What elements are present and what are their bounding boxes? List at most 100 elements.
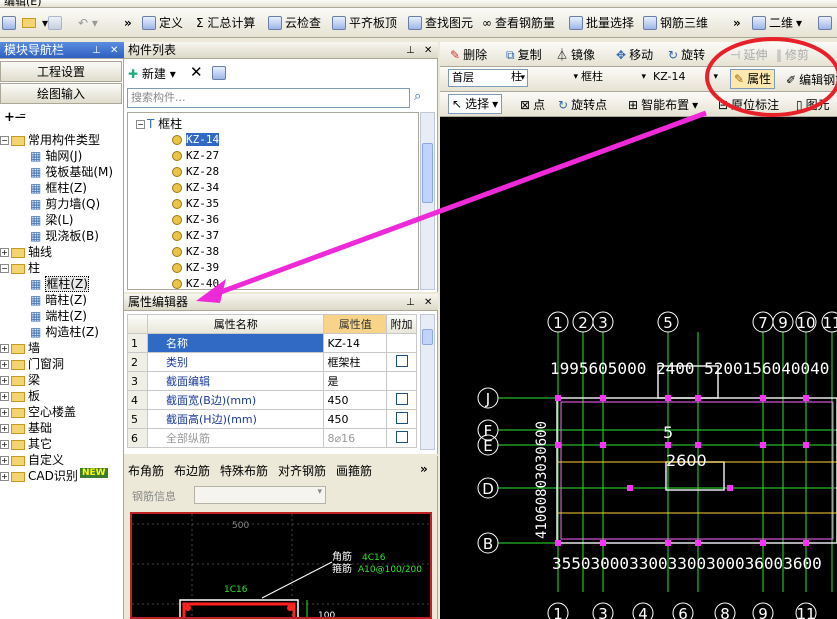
expand-toggle-icon[interactable]: + xyxy=(0,424,9,433)
component-list-item[interactable]: KZ-14 xyxy=(172,131,220,147)
nav-tree-item[interactable]: + 板 xyxy=(0,388,40,404)
property-value[interactable]: 8⌀16 xyxy=(323,428,387,448)
expand-toggle-icon[interactable]: + xyxy=(0,472,9,481)
close-icon[interactable]: ✕ xyxy=(424,42,432,59)
rebar3d-button[interactable]: 钢筋三维 xyxy=(643,12,708,34)
toolbar-more-button-2[interactable]: » xyxy=(733,12,741,34)
expand-toggle-icon[interactable]: + xyxy=(0,456,9,465)
component-list-item[interactable]: KZ-37 xyxy=(172,227,219,243)
rebar-tab[interactable]: 布角筋 xyxy=(128,462,164,479)
copy-component-icon[interactable] xyxy=(212,66,226,83)
nav-tree-item[interactable]: + 自定义 xyxy=(0,452,64,468)
column-marker[interactable] xyxy=(803,540,809,546)
column-marker[interactable] xyxy=(760,540,766,546)
nav-tree-item[interactable]: ▦ 梁(L) xyxy=(30,212,73,228)
search-component-input[interactable]: 搜索构件... xyxy=(127,88,410,108)
expand-toggle-icon[interactable]: + xyxy=(0,344,9,353)
component-list-item[interactable]: KZ-36 xyxy=(172,211,219,227)
expand-toggle-icon[interactable]: + xyxy=(0,408,9,417)
column-marker[interactable] xyxy=(665,395,671,401)
column-marker[interactable] xyxy=(760,395,766,401)
edit-rebar-button[interactable]: ✐编辑钢筋 xyxy=(786,69,837,91)
rebar-tab[interactable]: 布边筋 xyxy=(174,462,210,479)
origin-label-button[interactable]: ⊟ 原位标注 xyxy=(718,94,779,116)
move-button[interactable]: ✥ 移动 xyxy=(616,44,653,66)
sum-calc-button[interactable]: Σ 汇总计算 xyxy=(196,12,255,34)
trim-button[interactable]: ‖ 修剪 xyxy=(776,44,809,66)
rotate-point-button[interactable]: ↻ 旋转点 xyxy=(558,94,607,116)
rebar-tabs-more[interactable]: » xyxy=(420,462,428,476)
property-row[interactable]: 4 截面宽(B边)(mm) 450 xyxy=(127,390,417,410)
delete-button[interactable]: ✎ 删除 xyxy=(450,44,487,66)
property-row[interactable]: 5 截面高(H边)(mm) 450 xyxy=(127,409,417,429)
save-button[interactable] xyxy=(48,12,62,34)
property-value[interactable]: KZ-14 xyxy=(323,333,387,353)
column-marker[interactable] xyxy=(665,442,671,448)
expand-toggle-icon[interactable]: + xyxy=(0,248,9,257)
close-icon[interactable]: ✕ xyxy=(110,42,118,59)
element-button[interactable]: ▯ 图元 xyxy=(796,94,830,116)
expand-toggle-icon[interactable]: − xyxy=(0,264,9,273)
nav-tree-item[interactable]: + 轴线 xyxy=(0,244,52,260)
column-marker[interactable] xyxy=(600,442,606,448)
attach-checkbox[interactable] xyxy=(395,430,408,443)
component-list-item[interactable]: KZ-27 xyxy=(172,147,219,163)
nav-tree-item[interactable]: + 基础 xyxy=(0,420,52,436)
nav-tree-item[interactable]: ▦ 框柱(Z) xyxy=(30,276,89,292)
column-marker[interactable] xyxy=(600,395,606,401)
component-list-item[interactable]: KZ-35 xyxy=(172,195,219,211)
component-list-item[interactable]: KZ-34 xyxy=(172,179,219,195)
toolbar-more-button[interactable]: » xyxy=(124,12,132,34)
rebar-tab[interactable]: 特殊布筋 xyxy=(220,462,268,479)
nav-tree-item[interactable]: ▦ 轴网(J) xyxy=(30,148,82,164)
column-marker[interactable] xyxy=(695,540,701,546)
component-list-scrollbar[interactable] xyxy=(420,112,435,290)
column-marker[interactable] xyxy=(803,395,809,401)
property-row[interactable]: 2 类别 框架柱 xyxy=(127,352,417,372)
column-marker[interactable] xyxy=(727,485,733,491)
view-3d-icon[interactable] xyxy=(818,12,832,34)
batch-select-button[interactable]: 批量选择 xyxy=(569,12,634,34)
column-marker[interactable] xyxy=(665,540,671,546)
close-icon[interactable]: ✕ xyxy=(424,294,432,311)
subtype-dropdown[interactable]: 框柱 xyxy=(578,69,648,87)
smart-layout-button[interactable]: ⊞ 智能布置 ▾ xyxy=(628,94,698,116)
open-folder-button[interactable]: ▾ xyxy=(22,12,48,34)
nav-tree-item[interactable]: + 墙 xyxy=(0,340,40,356)
component-list-item[interactable]: KZ-28 xyxy=(172,163,219,179)
draw-input-button[interactable]: 绘图输入 xyxy=(0,83,122,104)
rotate-button[interactable]: ↻ 旋转 xyxy=(668,44,705,66)
nav-tree-item[interactable]: + CAD识别 xyxy=(0,468,78,484)
component-list-item[interactable]: KZ-40 xyxy=(172,275,219,289)
flat-top-button[interactable]: 平齐板顶 xyxy=(332,12,397,34)
rebar-tab[interactable]: 对齐钢筋 xyxy=(278,462,326,479)
property-row[interactable]: 6 全部纵筋 8⌀16 xyxy=(127,428,417,448)
nav-tree-item[interactable]: ▦ 端柱(Z) xyxy=(30,308,87,324)
column-marker[interactable] xyxy=(695,395,701,401)
column-marker[interactable] xyxy=(695,442,701,448)
nav-tree-item[interactable]: ▦ 构造柱(Z) xyxy=(30,324,99,340)
column-marker[interactable] xyxy=(803,442,809,448)
pin-icon[interactable]: ⊥ xyxy=(406,42,415,59)
type-dropdown[interactable]: 柱 xyxy=(508,69,580,87)
view-rebar-button[interactable]: ∞ 查看钢筋量 xyxy=(482,12,555,34)
nav-tree-item[interactable]: + 空心楼盖 xyxy=(0,404,76,420)
view-2d-dropdown[interactable]: 二维 ▾ xyxy=(752,12,802,34)
nav-tree-item[interactable]: + 梁 xyxy=(0,372,40,388)
property-button[interactable]: ✎ 属性 xyxy=(730,69,776,89)
column-marker[interactable] xyxy=(627,485,633,491)
nav-tree-item[interactable]: + 门窗洞 xyxy=(0,356,64,372)
expand-toggle-icon[interactable]: + xyxy=(0,376,9,385)
cloud-check-button[interactable]: 云检查 xyxy=(268,12,321,34)
nav-tree-item[interactable]: ▦ 剪力墙(Q) xyxy=(30,196,100,212)
component-list-item[interactable]: KZ-39 xyxy=(172,259,219,275)
property-value[interactable]: 框架柱 xyxy=(323,352,387,372)
pin-icon[interactable]: ⊥ xyxy=(92,42,101,59)
nav-tree-item[interactable]: + 其它 xyxy=(0,436,52,452)
copy-button[interactable]: ⧉ 复制 xyxy=(506,44,542,66)
expand-collapse-icons[interactable]: + ⁻̶ xyxy=(4,110,26,125)
attach-checkbox[interactable] xyxy=(395,411,408,424)
column-marker[interactable] xyxy=(760,442,766,448)
property-value[interactable]: 是 xyxy=(323,371,387,391)
rebar-tab[interactable]: 画箍筋 xyxy=(336,462,372,479)
